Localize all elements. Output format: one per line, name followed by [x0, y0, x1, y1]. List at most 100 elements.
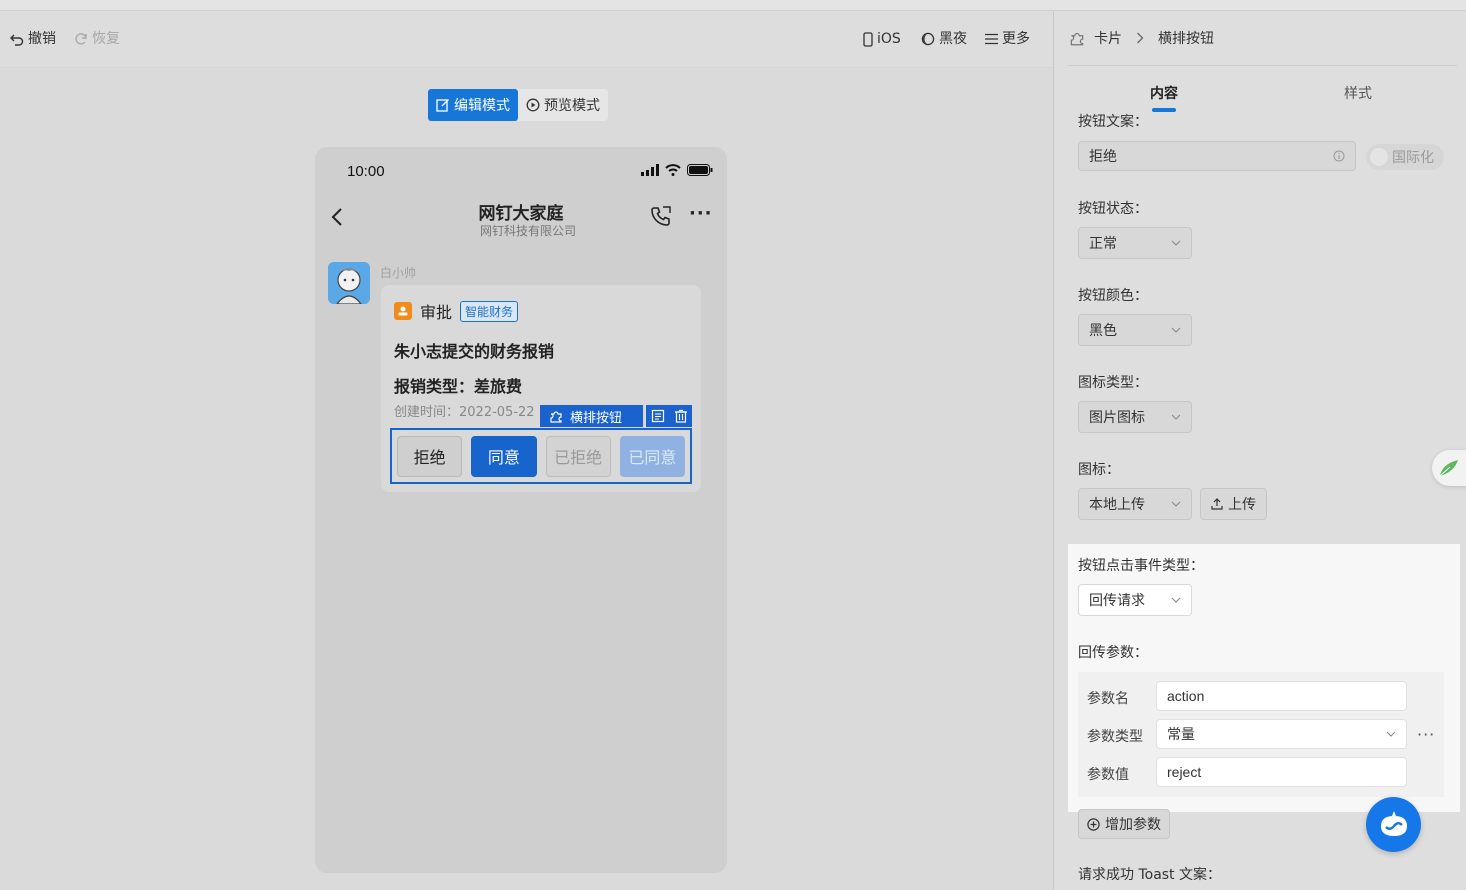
event-type-label: 按钮点击事件类型：	[1078, 558, 1204, 574]
play-circle-icon	[526, 98, 540, 112]
undo-icon	[10, 32, 24, 46]
i18n-label: 国际化	[1392, 150, 1434, 166]
icon-type-select[interactable]: 图片图标	[1078, 401, 1192, 433]
button-state-select[interactable]: 正常	[1078, 227, 1192, 259]
ios-toggle[interactable]: iOS	[863, 29, 901, 49]
copy-icon[interactable]	[651, 409, 665, 423]
preview-mode-button[interactable]: 预览模式	[518, 89, 608, 121]
assistant-fab[interactable]	[1366, 797, 1421, 852]
button-state-label: 按钮状态：	[1078, 201, 1148, 217]
chevron-down-icon	[1171, 414, 1181, 420]
undo-label: 撤销	[28, 31, 56, 47]
param-value-input[interactable]: reject	[1156, 757, 1407, 787]
upload-label: 上传	[1228, 497, 1256, 513]
chevron-down-icon	[1171, 240, 1181, 246]
chevron-down-icon	[1171, 597, 1181, 603]
edit-icon	[436, 98, 450, 112]
plus-circle-icon	[1087, 817, 1100, 831]
edit-mode-button[interactable]: 编辑模式	[428, 89, 518, 121]
param-value-value: reject	[1167, 764, 1202, 780]
redo-button[interactable]: 恢复	[74, 29, 120, 49]
event-settings-section: 按钮点击事件类型： 回传请求 回传参数： 参数名 action 参数类型 常量 …	[1068, 544, 1460, 812]
selected-component-label[interactable]: 横排按钮	[540, 405, 643, 427]
button-color-select[interactable]: 黑色	[1078, 314, 1192, 346]
canvas-area: 撤销 恢复 iOS 黑夜 更多 编辑模式 预览模式 10:00 网钉大家庭 网钉…	[0, 11, 1053, 890]
more-label: 更多	[1002, 31, 1030, 47]
upload-icon	[1211, 498, 1223, 510]
edit-mode-label: 编辑模式	[454, 98, 510, 114]
breadcrumb-current: 横排按钮	[1158, 31, 1214, 47]
menu-icon	[985, 33, 998, 45]
breadcrumb-divider	[1068, 65, 1457, 66]
param-type-value: 常量	[1167, 726, 1195, 742]
tab-style[interactable]: 样式	[1344, 83, 1372, 103]
button-color-label: 按钮颜色：	[1078, 288, 1148, 304]
redo-label: 恢复	[92, 31, 120, 47]
card-header: 审批 智能财务	[394, 299, 519, 323]
selected-component-name: 横排按钮	[570, 410, 623, 426]
chat-more-icon[interactable]: ···	[689, 203, 713, 224]
call-icon[interactable]	[650, 205, 672, 231]
component-icon	[1068, 29, 1086, 47]
param-name-input[interactable]: action	[1156, 681, 1407, 711]
signal-icon	[641, 164, 659, 176]
properties-panel: 卡片 横排按钮 内容 样式 按钮文案： 拒绝 国际化 按钮状态： 正常 按钮颜色…	[1054, 11, 1466, 890]
more-menu-button[interactable]: 更多	[985, 29, 1030, 49]
reject-button[interactable]: 拒绝	[397, 435, 463, 477]
agreed-button[interactable]: 已同意	[619, 435, 685, 477]
horizontal-button-group[interactable]: 拒绝 同意 已拒绝 已同意	[390, 428, 692, 484]
phone-device-icon	[863, 31, 873, 47]
param-name-value: action	[1167, 688, 1205, 704]
chevron-down-icon	[1171, 327, 1181, 333]
upload-button[interactable]: 上传	[1200, 488, 1267, 520]
breadcrumb: 卡片 横排按钮	[1068, 28, 1214, 48]
moon-icon	[921, 32, 935, 46]
card-app-name: 审批	[420, 303, 453, 322]
icon-type-value: 图片图标	[1089, 410, 1145, 426]
params-label: 回传参数：	[1078, 645, 1148, 661]
trash-icon[interactable]	[674, 409, 688, 423]
info-icon	[1333, 150, 1345, 162]
chevron-right-icon	[1136, 32, 1144, 44]
rejected-button[interactable]: 已拒绝	[545, 435, 611, 477]
icon-source-select[interactable]: 本地上传	[1078, 488, 1192, 520]
tab-content[interactable]: 内容	[1150, 83, 1178, 103]
event-type-value: 回传请求	[1089, 593, 1145, 609]
event-type-select[interactable]: 回传请求	[1078, 584, 1192, 616]
button-text-label: 按钮文案：	[1078, 114, 1148, 130]
tab-indicator	[1152, 108, 1176, 112]
toggle-knob	[1370, 148, 1388, 166]
undo-button[interactable]: 撤销	[10, 29, 56, 49]
battery-icon	[687, 164, 713, 176]
mode-switch: 编辑模式 预览模式	[428, 89, 608, 121]
chevron-down-icon	[1386, 731, 1396, 737]
icon-source-value: 本地上传	[1089, 497, 1145, 513]
avatar	[328, 262, 370, 304]
card-expense-type: 报销类型：差旅费	[394, 377, 523, 396]
approval-app-icon	[394, 302, 412, 320]
param-type-select[interactable]: 常量	[1156, 719, 1407, 749]
button-text-input[interactable]: 拒绝	[1078, 141, 1356, 171]
status-time: 10:00	[347, 163, 385, 180]
phone-preview: 10:00 网钉大家庭 网钉科技有限公司 ··· 白小帅 审批 智能财务 朱小志…	[315, 147, 727, 873]
assistant-icon	[1377, 810, 1411, 840]
redo-icon	[74, 32, 88, 46]
ios-label: iOS	[877, 31, 901, 47]
add-param-button[interactable]: 增加参数	[1078, 809, 1170, 839]
dark-mode-toggle[interactable]: 黑夜	[921, 29, 967, 49]
agree-button[interactable]: 同意	[471, 435, 537, 477]
i18n-toggle[interactable]: 国际化	[1366, 144, 1444, 170]
card-created-time: 创建时间：2022-05-22	[394, 405, 535, 420]
icon-type-label: 图标类型：	[1078, 375, 1148, 391]
chevron-down-icon	[1171, 501, 1181, 507]
add-param-label: 增加参数	[1105, 817, 1161, 833]
card-tag: 智能财务	[460, 300, 519, 322]
card-title: 朱小志提交的财务报销	[394, 342, 555, 361]
chat-subtitle: 网钉科技有限公司	[479, 224, 576, 238]
side-assistant-tab[interactable]	[1432, 450, 1466, 486]
param-more-icon[interactable]: ···	[1417, 725, 1435, 744]
editor-toolbar: 撤销 恢复 iOS 黑夜 更多	[0, 11, 1053, 68]
wifi-icon	[665, 164, 681, 176]
breadcrumb-card[interactable]: 卡片	[1094, 28, 1122, 48]
status-icons	[641, 164, 713, 176]
